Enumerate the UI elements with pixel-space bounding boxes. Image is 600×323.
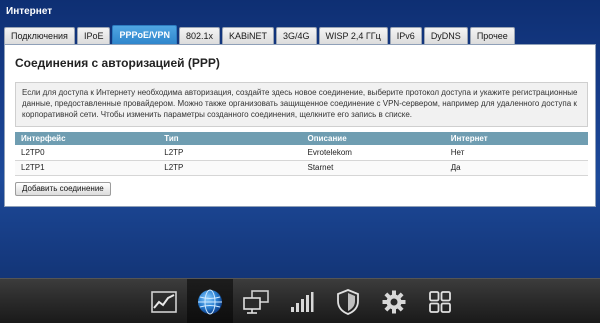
cell-type: L2TP	[158, 160, 302, 176]
cell-type: L2TP	[158, 145, 302, 161]
connections-table: Интерфейс Тип Описание Интернет L2TP0 L2…	[15, 132, 588, 176]
nav-internet-button[interactable]	[187, 279, 233, 323]
nav-system-button[interactable]	[371, 279, 417, 323]
tab-pppoe-vpn[interactable]: PPPoE/VPN	[112, 25, 177, 44]
shield-icon	[337, 288, 359, 315]
cell-description: Starnet	[301, 160, 445, 176]
table-row[interactable]: L2TP0 L2TP Evrotelekom Нет	[15, 145, 588, 161]
column-interface: Интерфейс	[15, 132, 159, 145]
grid-icon	[429, 290, 451, 313]
tab-kabinet[interactable]: KABiNET	[222, 27, 275, 44]
nav-monitoring-button[interactable]	[141, 279, 187, 323]
table-row[interactable]: L2TP1 L2TP Starnet Да	[15, 160, 588, 176]
nav-apps-button[interactable]	[417, 279, 463, 323]
tab-wisp[interactable]: WISP 2,4 ГГц	[318, 27, 388, 44]
cell-interface: L2TP1	[15, 160, 159, 176]
gear-icon	[382, 290, 406, 313]
tab-3g4g[interactable]: 3G/4G	[276, 27, 317, 44]
tab-8021x[interactable]: 802.1x	[178, 27, 220, 44]
tab-other[interactable]: Прочее	[469, 27, 515, 44]
info-box: Если для доступа к Интернету необходима …	[15, 82, 588, 127]
tab-dydns[interactable]: DyDNS	[423, 27, 468, 44]
tab-ipv6[interactable]: IPv6	[389, 27, 422, 44]
cell-internet: Нет	[444, 145, 588, 161]
nav-home-network-button[interactable]	[233, 279, 279, 323]
add-connection-button[interactable]: Добавить соединение	[15, 182, 111, 196]
signal-bars-icon	[291, 291, 314, 312]
table-header-row: Интерфейс Тип Описание Интернет	[15, 132, 588, 145]
column-description: Описание	[301, 132, 445, 145]
column-type: Тип	[158, 132, 302, 145]
panel-title: Соединения с авторизацией (PPP)	[15, 56, 220, 70]
info-text: Если для доступа к Интернету необходима …	[22, 88, 578, 119]
nav-wifi-button[interactable]	[279, 279, 325, 323]
nav-security-button[interactable]	[325, 279, 371, 323]
tab-ipoe[interactable]: IPoE	[76, 27, 111, 44]
column-internet: Интернет	[444, 132, 588, 145]
globe-icon	[198, 289, 222, 314]
cell-description: Evrotelekom	[301, 145, 445, 161]
bottom-nav-bar	[0, 278, 600, 323]
tab-connections[interactable]: Подключения	[4, 27, 75, 44]
chart-icon	[151, 290, 177, 313]
ppp-connections-panel: Соединения с авторизацией (PPP) Если для…	[4, 44, 596, 207]
cell-interface: L2TP0	[15, 145, 159, 161]
tab-bar: Подключения IPoE PPPoE/VPN 802.1x KABiNE…	[4, 25, 517, 44]
network-icon	[243, 289, 269, 314]
cell-internet: Да	[444, 160, 588, 176]
window-title: Интернет	[6, 6, 53, 17]
